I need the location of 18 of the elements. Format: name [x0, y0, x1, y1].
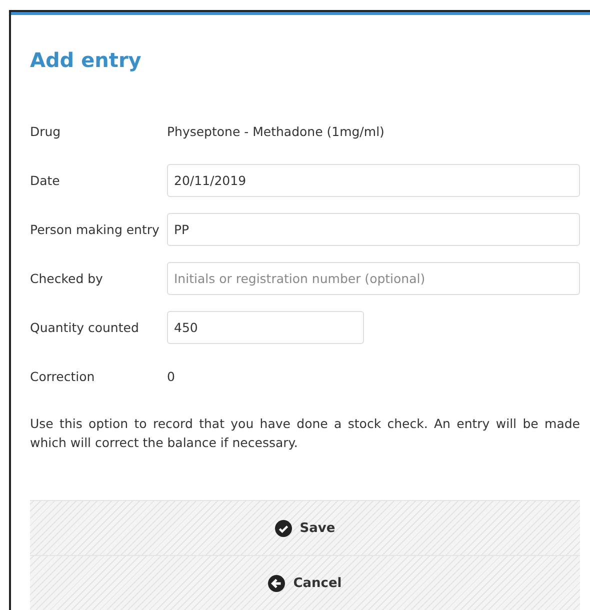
field-label: Person making entry [30, 222, 160, 236]
input-field[interactable]: 450 [167, 310, 364, 344]
field-label: Quantity counted [30, 320, 140, 334]
field-label: Drug [30, 124, 62, 138]
field-label: Checked by [30, 270, 104, 286]
save-button[interactable]: Save [30, 500, 580, 555]
field-label: Date [30, 172, 61, 188]
input-field[interactable]: Initials or registration number (optional) [167, 262, 580, 294]
back-arrow-icon [268, 574, 286, 592]
input-field[interactable]: 20/11/2019 [167, 164, 580, 196]
help-text: Use this option to record that you have done a stock check. An entry will be made which will correct the balance if necessary. [30, 415, 580, 452]
field-label: Correction [30, 368, 96, 384]
dialog-title: Add entry [30, 48, 142, 72]
field-value: Physeptone - Methadone (1mg/ml) [167, 124, 384, 138]
checkmark-icon [274, 520, 292, 536]
field-value: 0 [167, 368, 175, 384]
cancel-button[interactable]: Cancel [30, 555, 580, 610]
input-field[interactable]: PP [167, 212, 580, 246]
